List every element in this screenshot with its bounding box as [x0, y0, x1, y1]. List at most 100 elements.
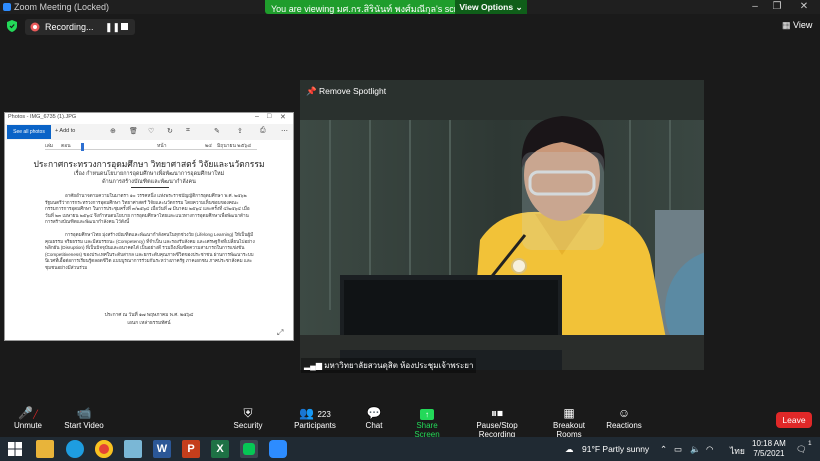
grid-view-icon: ▦ [782, 20, 791, 30]
signal-strength-icon: ▂▄▆ [304, 361, 322, 370]
unmute-label: Unmute [13, 421, 42, 430]
doc-header-rule [45, 149, 257, 150]
photos-close-icon[interactable]: ✕ [280, 113, 286, 121]
doc-subject-line2: ด้านการสร้างบัณฑิตและพัฒนากำลังคน [102, 179, 196, 185]
participants-label: Participants [294, 421, 336, 430]
share-screen-button[interactable]: ↑ Share Screen [404, 405, 450, 439]
favorite-icon[interactable]: ♡ [148, 127, 154, 135]
photos-maximize-icon[interactable]: □ [267, 113, 271, 120]
start-video-label: Start Video [64, 421, 104, 430]
app-icon[interactable] [124, 440, 142, 458]
print-icon[interactable]: ⎙ [260, 127, 266, 135]
remove-spotlight-button[interactable]: 📌 Remove Spotlight [306, 86, 386, 97]
breakout-grid-icon: ▦ [563, 406, 575, 420]
windows-taskbar: W P X ☁ 91°F Partly sunny ⌃ ▭ 🔈 ◠ ไทย 10… [0, 437, 820, 461]
tray-chevron-icon[interactable]: ⌃ [660, 444, 667, 455]
participant-name: มหาวิทยาลัยสวนดุสิต ห้องประชุมเจ้าพระยา [324, 361, 474, 370]
pause-recording-icon[interactable]: ❚❚ [105, 22, 120, 33]
photos-toolbar: See all photos + Add to ⊕ 🗑 ♡ ↻ ⌗ ✎ ⇪ ⎙ … [5, 124, 293, 140]
maximize-icon[interactable]: ❐ [770, 1, 784, 12]
speaker-video-frame [300, 80, 704, 370]
chrome-browser-icon[interactable] [95, 440, 113, 458]
weather-icon: ☁ [565, 444, 574, 454]
pause-stop-recording-button[interactable]: ⏸⏹ Pause/Stop Recording [461, 405, 533, 439]
recording-cloud-icon [30, 22, 40, 32]
edit-icon[interactable]: ✎ [214, 127, 220, 135]
notification-center-icon[interactable]: 🗨 [796, 444, 807, 455]
close-icon[interactable]: ✕ [797, 1, 811, 12]
share-icon[interactable]: ⇪ [237, 127, 243, 135]
participants-button[interactable]: 👥 223 Participants [290, 405, 340, 430]
reactions-button[interactable]: ☺ Reactions [606, 405, 642, 430]
doc-title: ประกาศกระทรวงการอุดมศึกษา วิทยาศาสตร์ วิ… [33, 159, 265, 169]
doc-subject: เรื่อง กำหนดนโยบายการอุดมศึกษาเพื่อพัฒนา… [73, 171, 225, 177]
start-video-button[interactable]: 📹 Start Video [62, 405, 106, 430]
minimize-icon[interactable]: – [748, 1, 762, 12]
security-button[interactable]: ⛨ Security [230, 405, 266, 430]
input-language[interactable]: ไทย [730, 444, 745, 458]
crop-icon[interactable]: ⌗ [186, 127, 190, 135]
unmute-button[interactable]: 🎤╱ Unmute [10, 405, 46, 430]
participants-icon: 👥 [299, 406, 315, 420]
meeting-top-bar: Recording... ❚❚ ▦ View [0, 14, 820, 40]
delete-icon[interactable]: 🗑 [129, 127, 138, 135]
chat-bubble-icon: 💬 [366, 406, 382, 420]
photos-minimize-icon[interactable]: – [255, 113, 259, 120]
security-shield-icon: ⛨ [243, 406, 253, 420]
fullscreen-icon[interactable]: ⤢ [277, 328, 283, 338]
photos-window-title: Photos - IMG_6735 (1).JPG [8, 114, 77, 120]
view-button[interactable]: ▦ View [782, 20, 812, 31]
remove-spotlight-label: Remove Spotlight [318, 86, 387, 96]
chat-button[interactable]: 💬 Chat [360, 405, 388, 430]
encryption-shield-icon[interactable] [7, 20, 17, 32]
file-explorer-icon[interactable] [36, 440, 54, 458]
powerpoint-icon[interactable]: P [182, 440, 200, 458]
stop-recording-icon[interactable] [121, 23, 128, 30]
notification-count: 1 [808, 440, 812, 447]
doc-signatory: เอนก เหล่าธรรมทัศน์ [127, 321, 171, 326]
windows-start-icon[interactable] [6, 440, 24, 458]
doc-paragraph: การอุดมศึกษาไทย มุ่งสร้างบัณฑิตและพัฒนาก… [45, 232, 255, 270]
window-title: Zoom Meeting (Locked) [14, 2, 110, 12]
pause-stop-icon: ⏸⏹ [490, 406, 503, 420]
video-off-icon: 📹 [76, 406, 92, 420]
viewing-screen-banner: You are viewing มศ.กร.สิรินันท์ พงศ์มณีก… [265, 0, 527, 14]
zoom-in-icon[interactable]: ⊕ [110, 127, 116, 135]
zoom-logo-icon [3, 3, 11, 11]
excel-icon[interactable]: X [211, 440, 229, 458]
zoom-taskbar-icon[interactable] [269, 440, 287, 458]
reactions-label: Reactions [606, 421, 642, 430]
line-app-icon [243, 443, 255, 455]
breakout-rooms-button[interactable]: ▦ Breakout Rooms [541, 405, 597, 439]
image-cursor [81, 143, 84, 151]
weather-text[interactable]: 91°F Partly sunny [582, 444, 649, 454]
doc-sign-date: ประกาศ ณ วันที่ ๑๗ พฤษภาคม พ.ศ. ๒๕๖๔ [104, 313, 194, 318]
rotate-icon[interactable]: ↻ [167, 127, 173, 135]
document-image: เล่ม ตอน หน้า ๒๔ มิถุนายน ๒๕๖๔ ประกาศกระ… [5, 140, 293, 340]
shared-photos-window: Photos - IMG_6735 (1).JPG – □ ✕ See all … [4, 112, 294, 341]
more-icon[interactable]: ⋯ [281, 127, 288, 135]
taskbar-clock[interactable]: 10:18 AM 7/5/2021 [752, 439, 786, 459]
line-app-button[interactable] [240, 440, 258, 458]
leave-button[interactable]: Leave [776, 412, 812, 428]
word-icon[interactable]: W [153, 440, 171, 458]
reactions-smiley-icon: ☺ [617, 406, 631, 420]
share-screen-icon: ↑ [420, 409, 434, 420]
pin-icon: 📌 [306, 86, 317, 96]
security-label: Security [233, 421, 263, 430]
speaker-video[interactable] [300, 80, 704, 370]
network-icon[interactable]: ▭ [674, 444, 682, 455]
clock-time: 10:18 AM [752, 439, 786, 448]
see-all-photos-button[interactable]: See all photos [7, 125, 51, 139]
clock-date: 7/5/2021 [753, 449, 785, 458]
doc-title-rule [131, 187, 169, 188]
wifi-icon[interactable]: ◠ [706, 444, 713, 455]
view-options-button[interactable]: View Options ⌄ [455, 0, 527, 14]
volume-icon[interactable]: 🔈 [690, 444, 701, 455]
view-label: View [793, 20, 813, 30]
participants-count: 223 [317, 410, 331, 419]
add-to-button[interactable]: + Add to [55, 128, 75, 134]
mic-muted-icon: 🎤╱ [18, 406, 38, 420]
see-all-photos-label: See all photos [13, 129, 45, 135]
edge-browser-icon[interactable] [66, 440, 84, 458]
